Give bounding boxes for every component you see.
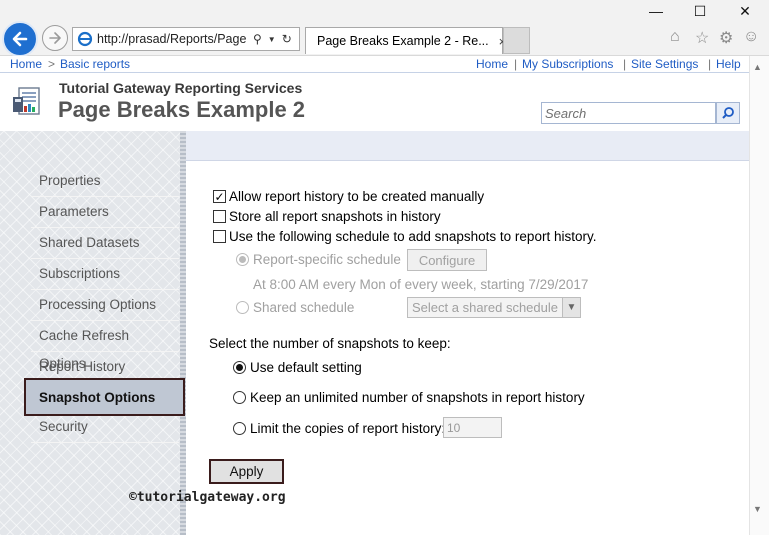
use-schedule-label: Use the following schedule to add snapsh…	[229, 229, 597, 244]
scroll-down-icon[interactable]: ▼	[753, 504, 762, 514]
ie-page-icon	[77, 31, 93, 47]
sidebar-item-snapshot-options[interactable]: Snapshot Options	[24, 378, 185, 416]
sidebar-item-security[interactable]: Security	[31, 413, 179, 443]
maximize-icon[interactable]: ☐	[680, 3, 720, 20]
shared-schedule-radio[interactable]	[236, 301, 249, 314]
store-all-snapshots-option[interactable]: Store all report snapshots in history	[213, 209, 441, 224]
chevron-down-icon: ▼	[562, 298, 580, 317]
top-links-bar: Home > Basic reports Home | My Subscript…	[0, 56, 760, 73]
sidebar-item-subscriptions[interactable]: Subscriptions	[31, 260, 179, 290]
address-bar[interactable]: http://prasad/Reports/Page: ⚲ ▼ ↻	[72, 27, 300, 51]
sidebar-item-parameters[interactable]: Parameters	[31, 198, 179, 228]
use-default-option[interactable]: Use default setting	[233, 360, 362, 375]
dropdown-icon[interactable]: ▼	[268, 35, 276, 44]
browser-chrome: http://prasad/Reports/Page: ⚲ ▼ ↻ Page B…	[0, 0, 769, 57]
search-input[interactable]	[541, 102, 716, 124]
smiley-icon[interactable]: ☺	[743, 28, 759, 46]
store-all-snapshots-label: Store all report snapshots in history	[229, 209, 441, 224]
limit-copies-label: Limit the copies of report history:	[250, 421, 446, 436]
use-default-radio[interactable]	[233, 361, 246, 374]
new-tab-button[interactable]	[503, 27, 530, 54]
site-name: Tutorial Gateway Reporting Services	[59, 80, 303, 96]
shared-schedule-label: Shared schedule	[253, 300, 355, 315]
arrow-right-icon	[49, 32, 61, 44]
allow-manual-history-label: Allow report history to be created manua…	[229, 189, 485, 204]
report-specific-schedule-label: Report-specific schedule	[253, 252, 401, 267]
schedule-description: At 8:00 AM every Mon of every week, star…	[253, 277, 589, 292]
apply-button[interactable]: Apply	[209, 459, 284, 484]
sidebar-item-processing-options[interactable]: Processing Options	[31, 291, 179, 321]
shared-schedule-select-value: Select a shared schedule	[412, 300, 558, 315]
shared-schedule-option[interactable]: Shared schedule	[236, 300, 354, 315]
settings-gear-icon[interactable]: ⚙	[719, 28, 733, 48]
favorites-star-icon[interactable]: ☆	[695, 28, 709, 48]
my-subscriptions-link[interactable]: My Subscriptions	[522, 57, 613, 71]
back-button[interactable]	[2, 21, 38, 57]
use-schedule-option[interactable]: Use the following schedule to add snapsh…	[213, 229, 596, 244]
home-link[interactable]: Home	[476, 57, 508, 71]
breadcrumb-home-link[interactable]: Home	[10, 57, 42, 71]
limit-copies-radio[interactable]	[233, 422, 246, 435]
arrow-left-icon	[12, 31, 28, 47]
limit-copies-option[interactable]: Limit the copies of report history:	[233, 421, 445, 436]
sidebar-item-shared-datasets[interactable]: Shared Datasets	[31, 229, 179, 259]
address-text[interactable]: http://prasad/Reports/Page:	[97, 32, 247, 46]
configure-button[interactable]: Configure	[407, 249, 487, 271]
use-default-label: Use default setting	[250, 360, 362, 375]
sidebar-item-properties[interactable]: Properties	[31, 167, 179, 197]
content-header-strip	[186, 131, 749, 161]
report-icon	[13, 87, 40, 115]
breadcrumb-separator: >	[48, 57, 56, 71]
unlimited-snapshots-option[interactable]: Keep an unlimited number of snapshots in…	[233, 390, 585, 405]
link-separator: |	[623, 57, 627, 71]
scroll-up-icon[interactable]: ▲	[753, 62, 762, 72]
shared-schedule-select[interactable]: Select a shared schedule ▼	[407, 297, 581, 318]
minimize-icon[interactable]: —	[636, 3, 676, 19]
magnifier-icon	[722, 107, 734, 119]
site-settings-link[interactable]: Site Settings	[631, 57, 698, 71]
unlimited-snapshots-label: Keep an unlimited number of snapshots in…	[250, 390, 585, 405]
home-icon[interactable]: ⌂	[670, 28, 680, 46]
limit-copies-input[interactable]	[443, 417, 502, 438]
report-specific-schedule-radio[interactable]	[236, 253, 249, 266]
page-title: Page Breaks Example 2	[58, 97, 306, 122]
snapshots-heading: Select the number of snapshots to keep:	[209, 336, 451, 351]
help-link[interactable]: Help	[716, 57, 741, 71]
browser-tab[interactable]: Page Breaks Example 2 - Re... ×	[305, 27, 506, 54]
unlimited-snapshots-radio[interactable]	[233, 391, 246, 404]
report-specific-schedule-option[interactable]: Report-specific schedule	[236, 252, 401, 267]
link-separator: |	[708, 57, 712, 71]
tab-title: Page Breaks Example 2 - Re...	[317, 34, 489, 48]
breadcrumb-basic-reports-link[interactable]: Basic reports	[60, 57, 130, 71]
refresh-icon[interactable]: ↻	[282, 32, 292, 46]
search-button[interactable]	[716, 102, 740, 124]
sidebar-item-cache-refresh-options[interactable]: Cache Refresh Options	[31, 322, 179, 371]
link-separator: |	[514, 57, 518, 71]
forward-button[interactable]	[42, 25, 68, 51]
vertical-scrollbar[interactable]: ▲ ▼	[749, 56, 769, 535]
use-schedule-checkbox[interactable]	[213, 230, 226, 243]
allow-manual-history-checkbox[interactable]: ✓	[213, 190, 226, 203]
close-icon[interactable]: ✕	[725, 3, 765, 20]
watermark: ©tutorialgateway.org	[129, 490, 286, 505]
search-icon[interactable]: ⚲	[253, 32, 262, 46]
allow-manual-history-option[interactable]: ✓ Allow report history to be created man…	[213, 189, 484, 204]
store-all-snapshots-checkbox[interactable]	[213, 210, 226, 223]
